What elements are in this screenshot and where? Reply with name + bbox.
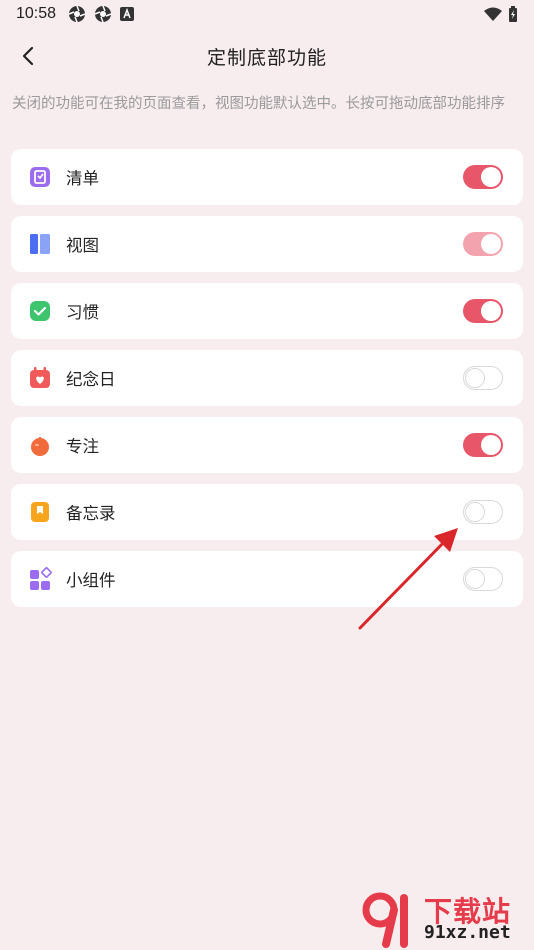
watermark-logo: 下载站 91xz.net: [360, 888, 530, 948]
toggle-knob: [481, 234, 501, 254]
checklist-icon: [30, 167, 50, 187]
wifi-icon: [484, 7, 502, 21]
feature-label: 纪念日: [66, 370, 116, 389]
toggle-knob: [481, 435, 501, 455]
feature-label: 视图: [66, 236, 99, 255]
toggle-view[interactable]: [463, 232, 503, 256]
toggle-habit[interactable]: [463, 299, 503, 323]
status-notification-icons: [68, 5, 135, 23]
toggle-knob: [465, 367, 485, 388]
feature-item-checklist[interactable]: 清单: [11, 149, 523, 205]
watermark-domain: 91xz.net: [424, 922, 511, 943]
status-time: 10:58: [16, 5, 57, 22]
header: 定制底部功能: [0, 34, 534, 78]
habit-icon: [30, 301, 50, 321]
battery-icon: [509, 6, 517, 22]
toggle-checklist[interactable]: [463, 165, 503, 189]
tomato-icon: [31, 437, 49, 456]
feature-label: 专注: [66, 437, 99, 456]
widgets-icon: [30, 567, 52, 590]
toggle-knob: [481, 301, 501, 321]
toggle-knob: [481, 167, 501, 187]
toggle-knob: [465, 501, 485, 522]
app-a-icon: [120, 7, 135, 21]
annotation-arrow-icon: [358, 528, 458, 630]
page-title: 定制底部功能: [206, 46, 327, 69]
aperture-icon: [94, 5, 112, 23]
toggle-focus[interactable]: [463, 433, 503, 457]
feature-label: 清单: [66, 169, 99, 188]
back-arrow-icon: [22, 46, 34, 66]
status-bar: 10:58: [0, 0, 534, 28]
brand-91-logo-icon: [362, 892, 408, 948]
description-text: 关闭的功能可在我的页面查看，视图功能默认选中。长按可拖动底部功能排序: [12, 96, 505, 112]
feature-item-habit[interactable]: 习惯: [11, 283, 523, 339]
status-system-icons: [484, 6, 518, 22]
calendar-heart-icon: [30, 367, 50, 388]
back-button[interactable]: [12, 40, 44, 72]
feature-item-view[interactable]: 视图: [11, 216, 523, 272]
toggle-anniversary[interactable]: [463, 366, 503, 390]
view-icon: [30, 234, 50, 254]
feature-item-anniversary[interactable]: 纪念日: [11, 350, 523, 406]
feature-item-focus[interactable]: 专注: [11, 417, 523, 473]
aperture-icon: [68, 5, 86, 23]
feature-label: 习惯: [66, 303, 99, 322]
memo-icon: [31, 502, 49, 522]
